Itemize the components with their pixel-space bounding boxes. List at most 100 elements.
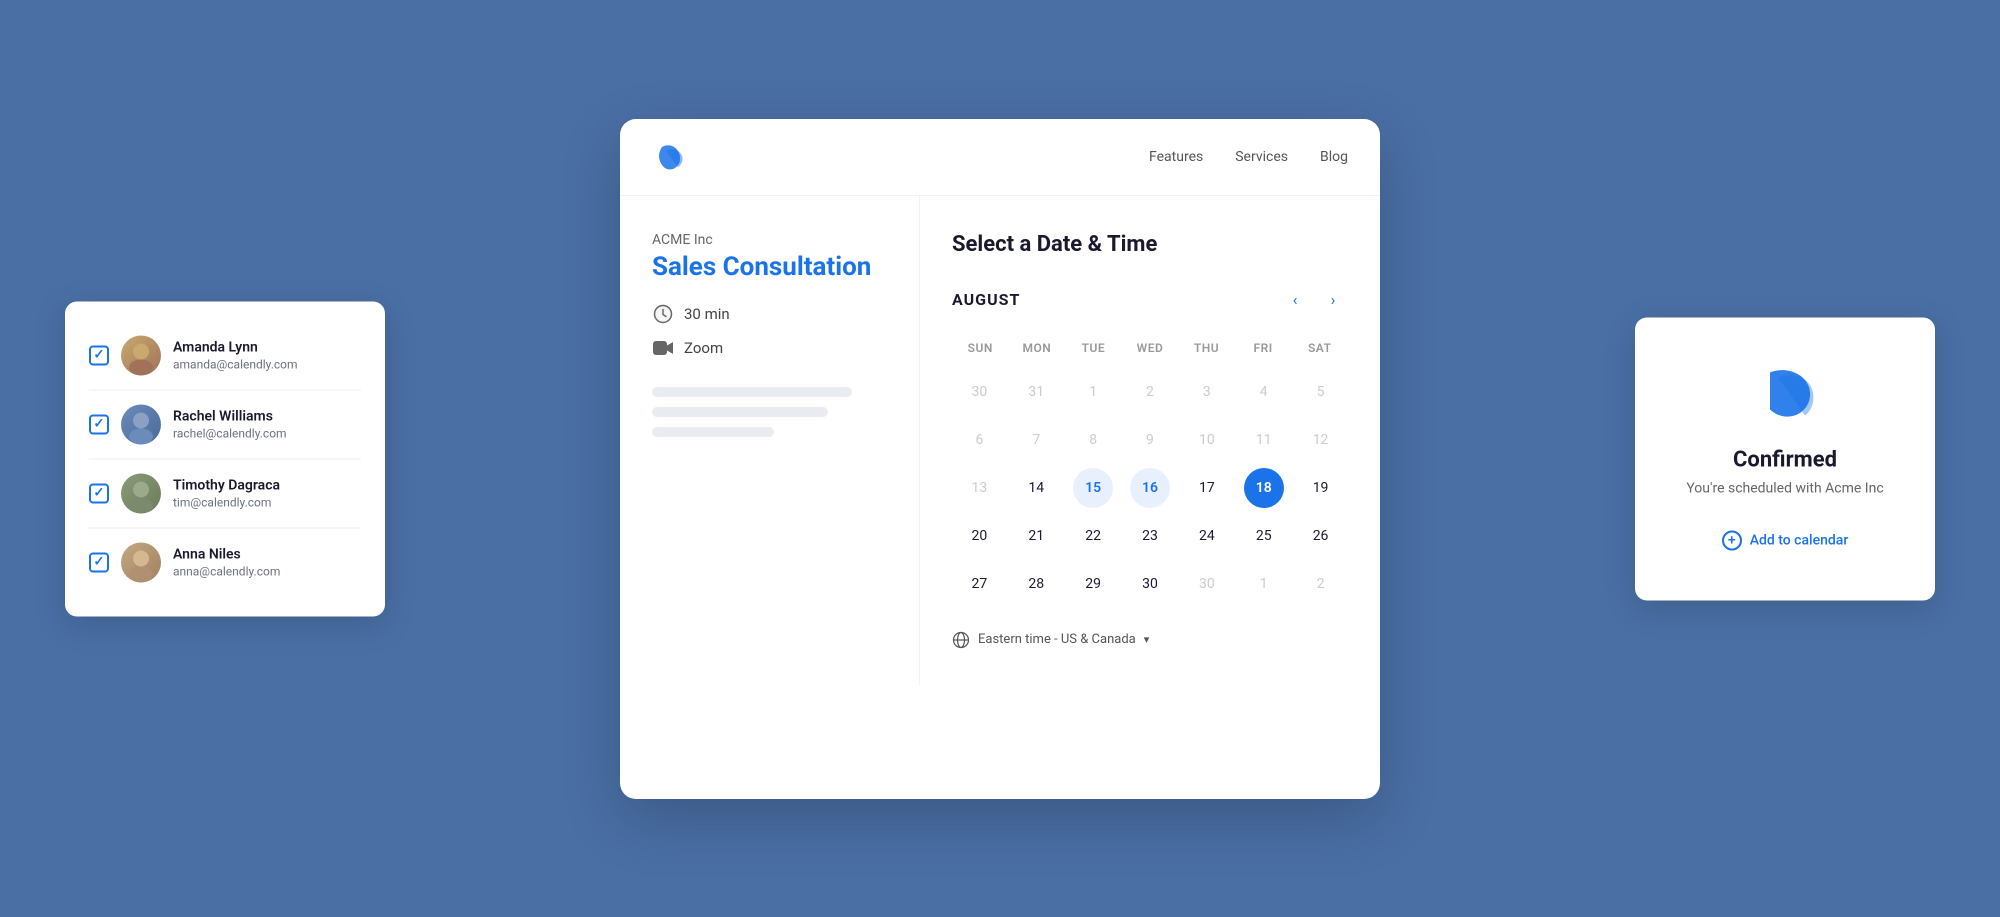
cal-day: 4: [1244, 372, 1284, 412]
calendar-section: Select a Date & Time AUGUST ‹ › SUN MON …: [920, 196, 1380, 685]
navbar: Features Services Blog: [620, 119, 1380, 196]
contact-item[interactable]: ✓ Amanda Lynn amanda@calendly.com: [89, 321, 361, 390]
contact-name-4: Anna Niles: [173, 546, 280, 562]
calendar-days: 30 31 1 2 3 4 5 6 7 8 9 10 11 12 13: [952, 369, 1348, 607]
cal-day: 1: [1073, 372, 1113, 412]
event-meta: 30 min Zoom: [652, 303, 887, 359]
avatar-1: [121, 335, 161, 375]
contact-item[interactable]: ✓ Rachel Williams rachel@calendly.com: [89, 390, 361, 459]
cal-day: 2: [1130, 372, 1170, 412]
nav-features[interactable]: Features: [1149, 149, 1203, 165]
confirm-logo: [1750, 357, 1820, 427]
cal-day[interactable]: 20: [959, 516, 999, 556]
confirm-title: Confirmed: [1667, 447, 1903, 472]
prev-month-button[interactable]: ‹: [1280, 285, 1310, 315]
day-header-mon: MON: [1009, 335, 1066, 361]
cal-day[interactable]: 17: [1187, 468, 1227, 508]
event-info: ACME Inc Sales Consultation 30 min: [620, 196, 920, 685]
day-header-wed: WED: [1122, 335, 1179, 361]
calendar-title: Select a Date & Time: [952, 232, 1348, 257]
timezone-label: Eastern time - US & Canada: [978, 632, 1136, 647]
cal-day: 9: [1130, 420, 1170, 460]
avatar-4: [121, 542, 161, 582]
cal-day[interactable]: 27: [959, 564, 999, 604]
skeleton-line-2: [652, 407, 828, 417]
navbar-logo: [652, 139, 688, 175]
add-calendar-label: Add to calendar: [1750, 532, 1849, 548]
cal-day: 31: [1016, 372, 1056, 412]
skeleton-line-1: [652, 387, 852, 397]
calendar-header: AUGUST ‹ ›: [952, 285, 1348, 315]
contact-checkbox-1[interactable]: ✓: [89, 345, 109, 365]
cal-day: 8: [1073, 420, 1113, 460]
zoom-icon: [652, 337, 674, 359]
contact-checkbox-3[interactable]: ✓: [89, 483, 109, 503]
plus-circle-icon: +: [1722, 530, 1742, 550]
contact-email-4: anna@calendly.com: [173, 564, 280, 578]
month-label: AUGUST: [952, 290, 1272, 309]
contact-checkbox-2[interactable]: ✓: [89, 414, 109, 434]
event-title: Sales Consultation: [652, 252, 887, 283]
cal-day: 7: [1016, 420, 1056, 460]
calendar-grid: SUN MON TUE WED THU FRI SAT 30 31 1 2 3 …: [952, 335, 1348, 607]
cal-day[interactable]: 30: [1130, 564, 1170, 604]
cal-day-15[interactable]: 15: [1073, 468, 1113, 508]
cal-day[interactable]: 22: [1073, 516, 1113, 556]
meeting-type-meta: Zoom: [652, 337, 887, 359]
cal-day[interactable]: 19: [1301, 468, 1341, 508]
confirmation-panel: Confirmed You're scheduled with Acme Inc…: [1635, 317, 1935, 600]
cal-day: 6: [959, 420, 999, 460]
avatar-2: [121, 404, 161, 444]
cal-day[interactable]: 21: [1016, 516, 1056, 556]
day-header-tue: TUE: [1065, 335, 1122, 361]
day-header-sat: SAT: [1291, 335, 1348, 361]
cal-day: 3: [1187, 372, 1227, 412]
cal-day[interactable]: 29: [1073, 564, 1113, 604]
timezone-row[interactable]: Eastern time - US & Canada ▾: [952, 631, 1348, 649]
cal-day[interactable]: 14: [1016, 468, 1056, 508]
cal-day: 1: [1244, 564, 1284, 604]
cal-day: 12: [1301, 420, 1341, 460]
contact-item[interactable]: ✓ Anna Niles anna@calendly.com: [89, 528, 361, 596]
duration-meta: 30 min: [652, 303, 887, 325]
contact-email-3: tim@calendly.com: [173, 495, 280, 509]
nav-services[interactable]: Services: [1235, 149, 1288, 165]
cal-day: 30: [959, 372, 999, 412]
cal-day: 30: [1187, 564, 1227, 604]
contacts-panel: ✓ Amanda Lynn amanda@calendly.com ✓ Rach…: [65, 301, 385, 616]
contact-checkbox-4[interactable]: ✓: [89, 552, 109, 572]
contact-email-1: amanda@calendly.com: [173, 357, 298, 371]
cal-day[interactable]: 23: [1130, 516, 1170, 556]
contact-item[interactable]: ✓ Timothy Dagraca tim@calendly.com: [89, 459, 361, 528]
cal-day: 5: [1301, 372, 1341, 412]
nav-links: Features Services Blog: [1149, 149, 1348, 165]
cal-day: 13: [959, 468, 999, 508]
meeting-type-text: Zoom: [684, 339, 723, 357]
contact-email-2: rachel@calendly.com: [173, 426, 287, 440]
cal-day[interactable]: 24: [1187, 516, 1227, 556]
day-header-sun: SUN: [952, 335, 1009, 361]
day-header-fri: FRI: [1235, 335, 1292, 361]
confirm-subtitle: You're scheduled with Acme Inc: [1667, 480, 1903, 496]
add-calendar-button[interactable]: + Add to calendar: [1667, 520, 1903, 560]
company-name: ACME Inc: [652, 232, 887, 248]
cal-day[interactable]: 28: [1016, 564, 1056, 604]
skeleton-line-3: [652, 427, 774, 437]
timezone-caret-icon: ▾: [1144, 633, 1150, 646]
day-header-thu: THU: [1178, 335, 1235, 361]
cal-day: 11: [1244, 420, 1284, 460]
skeleton-lines: [652, 387, 887, 437]
duration-text: 30 min: [684, 305, 730, 323]
next-month-button[interactable]: ›: [1318, 285, 1348, 315]
cal-day: 10: [1187, 420, 1227, 460]
cal-day-16[interactable]: 16: [1130, 468, 1170, 508]
nav-blog[interactable]: Blog: [1320, 149, 1348, 165]
avatar-3: [121, 473, 161, 513]
main-scheduling-panel: Features Services Blog ACME Inc Sales Co…: [620, 119, 1380, 799]
cal-day: 2: [1301, 564, 1341, 604]
content-area: ACME Inc Sales Consultation 30 min: [620, 196, 1380, 685]
cal-day-18[interactable]: 18: [1244, 468, 1284, 508]
cal-day[interactable]: 26: [1301, 516, 1341, 556]
cal-day[interactable]: 25: [1244, 516, 1284, 556]
contact-name-3: Timothy Dagraca: [173, 477, 280, 493]
